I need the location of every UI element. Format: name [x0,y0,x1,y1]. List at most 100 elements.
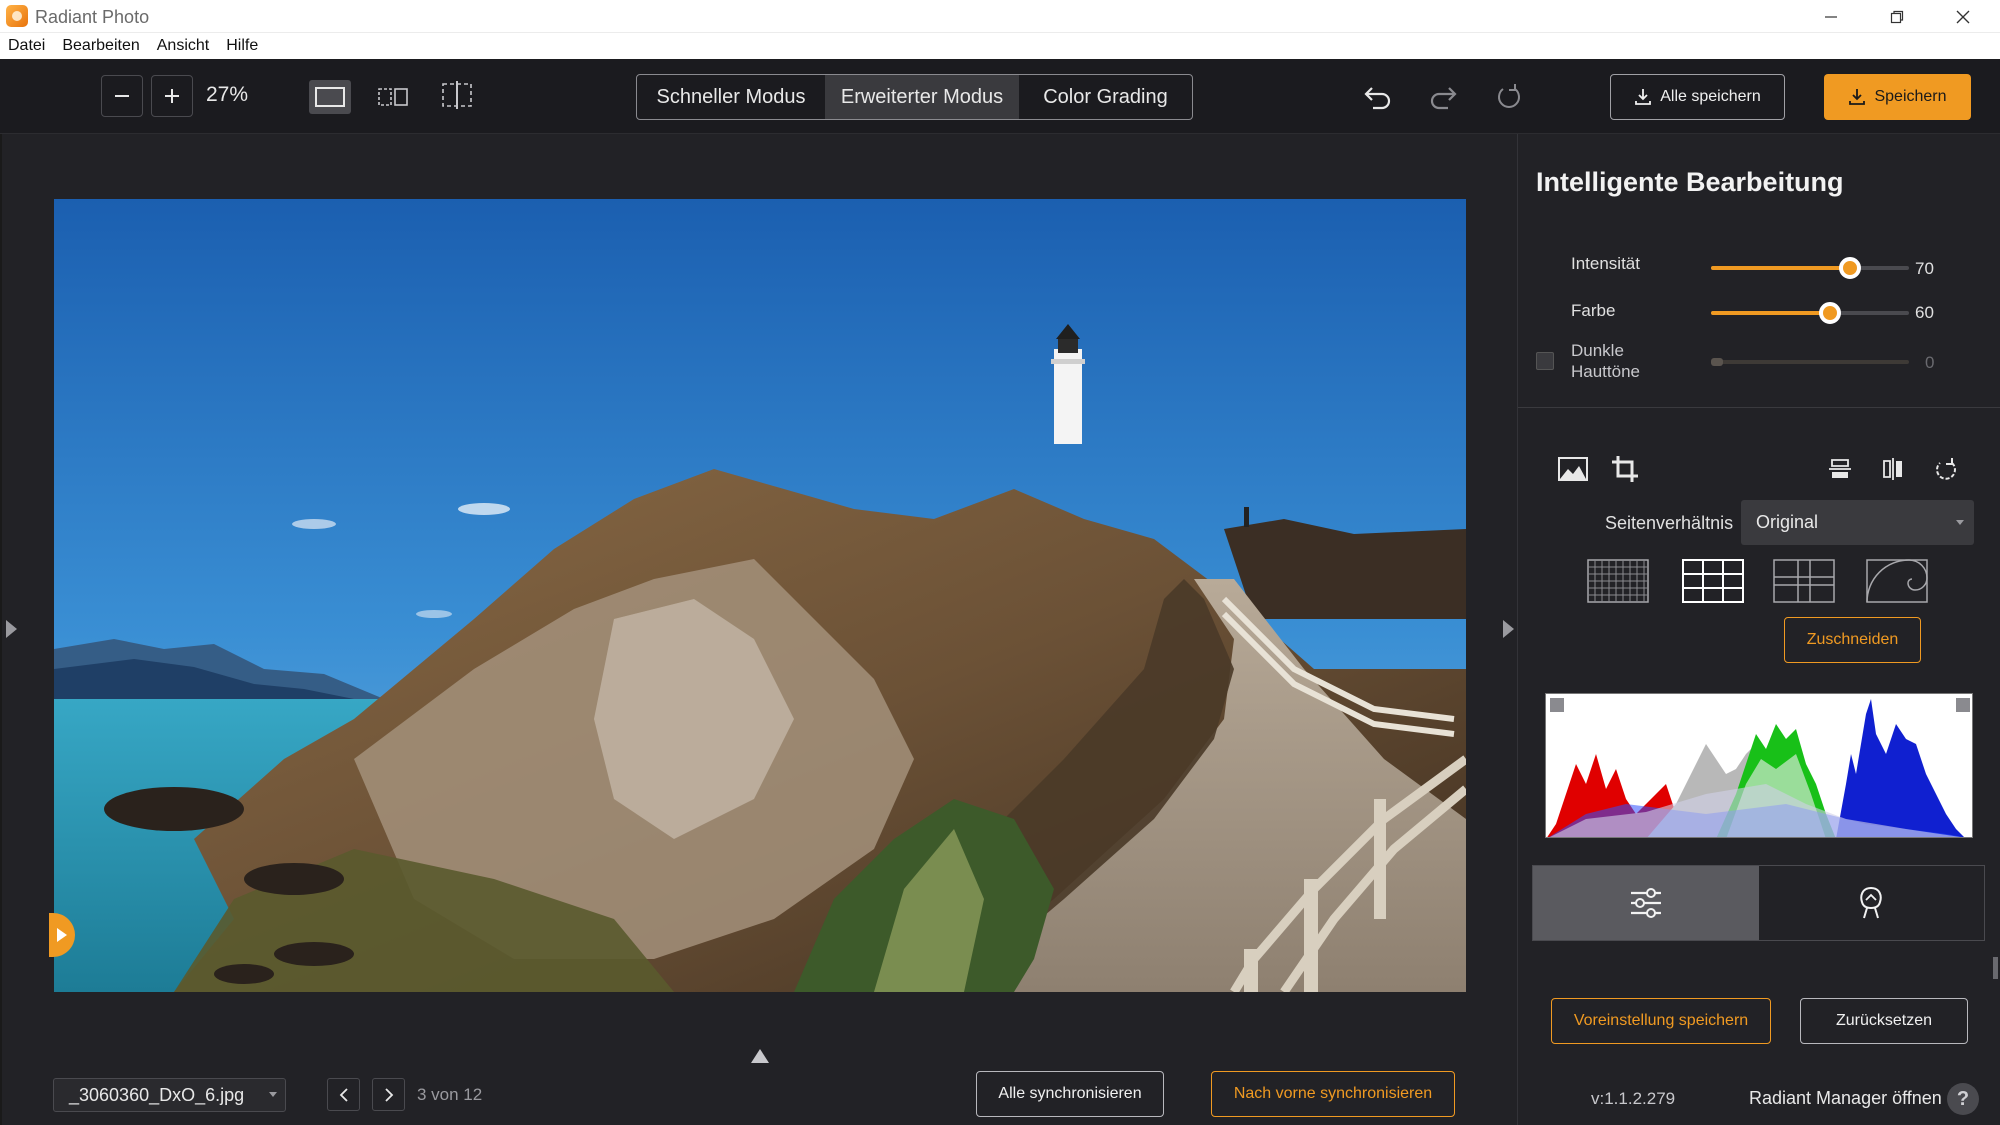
crop-button[interactable]: Zuschneiden [1784,617,1921,663]
page-counter: 3 von 12 [417,1085,483,1104]
compare-view-button[interactable] [436,78,478,112]
thirds-grid-icon [1682,559,1744,603]
aspect-ratio-select[interactable]: Original [1741,500,1974,545]
undo-icon [1364,87,1391,110]
flip-vertical-button[interactable] [1822,451,1858,487]
intensity-slider-thumb[interactable] [1838,257,1861,279]
compare-view-icon [442,81,472,109]
intensity-value: 70 [1915,259,1934,278]
minimize-button[interactable] [1798,0,1864,33]
undo-button[interactable] [1356,75,1400,119]
slider-label-color: Farbe [1571,301,1616,320]
zoom-level: 27% [206,83,249,106]
image-tool-button[interactable] [1555,451,1591,487]
tab-portrait[interactable] [1759,866,1985,940]
slider-label-dark-skin-line2: Hauttöne [1571,362,1640,381]
plus-icon [165,89,179,103]
version-label: v:1.1.2.279 [1591,1089,1676,1108]
save-button[interactable]: Speichern [1824,74,1971,120]
portrait-icon [1860,886,1882,919]
fine-grid-icon [1587,559,1649,603]
intensity-slider-fill [1711,266,1850,270]
redo-button[interactable] [1421,75,1465,119]
menu-datei[interactable]: Datei [8,37,45,55]
save-all-label: Alle speichern [1660,88,1761,105]
color-slider-thumb[interactable] [1818,302,1841,324]
minimize-icon [1825,15,1837,18]
single-view-button[interactable] [309,80,351,114]
menu-bar: Datei Bearbeiten Ansicht Hilfe [0,33,2000,59]
minus-icon [115,95,129,97]
aspect-ratio-label: Seitenverhältnis [1605,513,1734,533]
sync-all-button[interactable]: Alle synchronisieren [976,1071,1164,1117]
save-all-button[interactable]: Alle speichern [1610,74,1785,120]
dark-skin-slider-thumb [1711,358,1723,366]
menu-hilfe[interactable]: Hilfe [226,37,258,55]
slider-label-dark-skin-line1: Dunkle [1571,341,1624,360]
aspect-ratio-value: Original [1756,512,1819,532]
file-name: _3060360_DxO_6.jpg [69,1084,245,1105]
right-panel [1517,134,2000,1125]
grid-fine-button[interactable] [1587,559,1649,603]
chevron-right-icon [384,1087,393,1102]
panel-scrollbar[interactable] [1993,957,1998,979]
open-radiant-manager-link[interactable]: Radiant Manager öffnen [1749,1088,1942,1109]
flip-horizontal-button[interactable] [1875,451,1911,487]
file-select[interactable]: _3060360_DxO_6.jpg [53,1078,286,1112]
reset-button[interactable]: Zurücksetzen [1800,998,1968,1044]
dark-skin-slider [1711,358,1909,366]
color-value: 60 [1915,303,1934,322]
sync-forward-button[interactable]: Nach vorne synchronisieren [1211,1071,1455,1117]
panel-title: Intelligente Bearbeitung [1536,167,1844,197]
split-view-button[interactable] [372,80,414,114]
panel-divider [1518,407,2000,408]
crop-tool-button[interactable] [1607,451,1643,487]
close-button[interactable] [1930,0,1996,33]
grid-thirds-button[interactable] [1682,559,1744,603]
close-icon [1956,10,1970,23]
dark-skin-tones-checkbox[interactable] [1536,352,1554,370]
intensity-slider[interactable] [1711,257,1909,279]
golden-grid-icon [1773,559,1835,603]
zoom-in-button[interactable] [151,75,193,117]
panel-tabs [1532,865,1985,941]
menu-bearbeiten[interactable]: Bearbeiten [62,37,139,55]
tab-adjustments[interactable] [1533,866,1759,940]
grid-spiral-button[interactable] [1866,559,1928,603]
edited-photo[interactable] [54,199,1466,992]
grid-golden-button[interactable] [1773,559,1835,603]
tab-quick-mode[interactable]: Schneller Modus [637,75,825,119]
right-panel-toggle-icon[interactable] [1503,620,1514,638]
prev-image-button[interactable] [327,1078,360,1111]
tab-color-grading[interactable]: Color Grading [1019,75,1192,119]
flip-horizontal-icon [1883,458,1902,480]
title-bar [0,0,2000,33]
menu-ansicht[interactable]: Ansicht [157,37,209,55]
zoom-out-button[interactable] [101,75,143,117]
chevron-left-icon [339,1087,348,1102]
rotate-button[interactable] [1928,451,1964,487]
download-icon [1635,89,1652,105]
left-panel-toggle-icon[interactable] [6,620,17,638]
tab-advanced-mode[interactable]: Erweiterter Modus [825,75,1019,119]
color-slider[interactable] [1711,302,1909,324]
histogram-graph [1546,694,1972,837]
save-label: Speichern [1874,88,1947,105]
color-slider-fill [1711,311,1830,315]
refresh-icon [1498,84,1520,108]
save-preset-button[interactable]: Voreinstellung speichern [1551,998,1771,1044]
split-view-icon [378,88,408,106]
help-icon[interactable]: ? [1947,1083,1979,1115]
next-image-button[interactable] [372,1078,405,1111]
app-logo-icon [6,5,28,27]
filmstrip-toggle-icon[interactable] [751,1049,769,1063]
photo-image [54,199,1466,992]
histogram [1545,693,1973,838]
restore-button[interactable] [1864,0,1930,33]
restore-icon [1890,10,1904,23]
reset-view-button[interactable] [1487,75,1531,119]
rotate-icon [1936,458,1956,480]
crop-icon [1612,456,1638,482]
dark-skin-value: 0 [1925,353,1935,372]
flip-vertical-icon [1829,459,1851,478]
